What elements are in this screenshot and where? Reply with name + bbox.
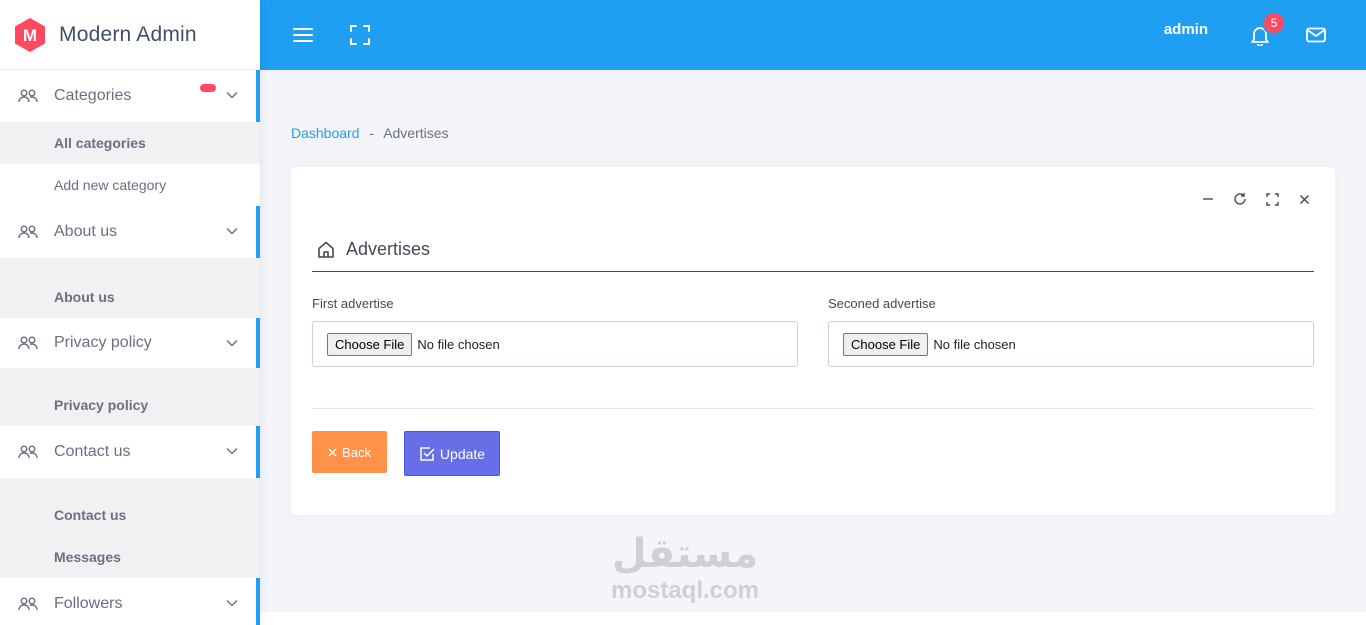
- brand[interactable]: M Modern Admin: [0, 0, 260, 70]
- check-square-icon: [420, 446, 435, 461]
- card-title: Advertises: [316, 239, 430, 260]
- close-icon: [328, 448, 337, 456]
- nav-group-contact: Contact us Contact us Messages: [0, 426, 260, 578]
- back-button[interactable]: Back: [312, 431, 387, 473]
- breadcrumb-current: Advertises: [383, 125, 449, 141]
- choose-file-button[interactable]: Choose File: [327, 332, 413, 356]
- choose-file-button[interactable]: Choose File: [843, 332, 929, 356]
- sidebar-subitem-about[interactable]: About us: [0, 276, 260, 318]
- sidebar-item-contact[interactable]: Contact us: [0, 426, 260, 478]
- sidebar-item-label: Categories: [54, 87, 132, 104]
- fullscreen-icon[interactable]: [349, 24, 371, 46]
- watermark-latin: mostaql.com: [610, 577, 760, 604]
- sidebar-item-categories[interactable]: Categories: [0, 70, 260, 122]
- card-title-text: Advertises: [346, 239, 431, 259]
- mail-icon[interactable]: [1305, 24, 1327, 46]
- footer: [260, 612, 1366, 625]
- topbar: admin: [260, 0, 1366, 70]
- brand-name: Modern Admin: [59, 22, 197, 46]
- nav-group-categories: Categories All categories Add new catego…: [0, 70, 260, 206]
- back-button-label: Back: [342, 444, 371, 460]
- menu-toggle-icon[interactable]: [292, 24, 314, 46]
- card-tools: [1199, 190, 1313, 208]
- nav-group-followers: Followers: [0, 578, 260, 625]
- sidebar-item-label: Privacy policy: [54, 334, 152, 351]
- home-icon: [318, 241, 334, 258]
- users-icon: [18, 225, 38, 239]
- users-icon: [18, 597, 38, 611]
- new-indicator-badge: [200, 84, 216, 92]
- second-advertise-label: Seconed advertise: [828, 296, 936, 311]
- first-advertise-label: First advertise: [312, 296, 394, 311]
- notification-badge: 5: [1262, 11, 1286, 35]
- chevron-down-icon: [226, 600, 238, 607]
- sidebar: M Modern Admin Categories All categories…: [0, 0, 260, 625]
- sidebar-subitem-privacy[interactable]: Privacy policy: [0, 384, 260, 426]
- submenu-categories: All categories Add new category: [0, 122, 260, 206]
- file-status: No file chosen: [933, 336, 1016, 352]
- sidebar-subitem-all-categories[interactable]: All categories: [0, 122, 260, 164]
- sidebar-subitem-contact[interactable]: Contact us: [0, 494, 260, 536]
- brand-logo-icon: M: [15, 17, 45, 52]
- submenu-about: About us: [0, 258, 260, 318]
- breadcrumb-separator: -: [369, 125, 375, 141]
- expand-icon[interactable]: [1263, 190, 1281, 208]
- chevron-down-icon: [226, 228, 238, 235]
- svg-text:M: M: [23, 26, 37, 45]
- minimize-icon[interactable]: [1199, 190, 1217, 208]
- users-icon: [18, 89, 38, 103]
- sidebar-item-label: About us: [54, 223, 118, 240]
- form-divider: [312, 408, 1314, 409]
- breadcrumb: Dashboard - Advertises: [291, 125, 449, 141]
- users-icon: [18, 336, 38, 350]
- submenu-contact: Contact us Messages: [0, 478, 260, 578]
- sidebar-item-followers[interactable]: Followers: [0, 578, 260, 625]
- chevron-down-icon: [226, 340, 238, 347]
- sidebar-item-label: Followers: [54, 595, 123, 612]
- sidebar-item-privacy[interactable]: Privacy policy: [0, 318, 260, 368]
- nav-group-privacy: Privacy policy Privacy policy: [0, 318, 260, 426]
- sidebar-item-about[interactable]: About us: [0, 206, 260, 258]
- advertises-card: Advertises First advertise Choose File N…: [291, 167, 1335, 515]
- close-icon[interactable]: [1295, 190, 1313, 208]
- sidebar-subitem-add-category[interactable]: Add new category: [0, 164, 260, 206]
- chevron-down-icon: [226, 448, 238, 455]
- sidebar-nav: Categories All categories Add new catego…: [0, 70, 260, 625]
- update-button-label: Update: [439, 445, 486, 462]
- file-status: No file chosen: [417, 336, 500, 352]
- reload-icon[interactable]: [1231, 190, 1249, 208]
- sidebar-item-label: Contact us: [54, 443, 131, 460]
- title-divider: [312, 271, 1314, 272]
- submenu-privacy: Privacy policy: [0, 368, 260, 426]
- watermark-arabic: مستقل: [611, 531, 759, 577]
- user-name[interactable]: admin: [1164, 21, 1208, 38]
- second-advertise-file-input[interactable]: Choose File No file chosen: [828, 321, 1314, 367]
- update-button[interactable]: Update: [404, 431, 500, 476]
- nav-group-about: About us About us: [0, 206, 260, 318]
- users-icon: [18, 445, 38, 459]
- watermark: مستقل mostaql.com: [600, 530, 770, 604]
- breadcrumb-dashboard-link[interactable]: Dashboard: [291, 125, 360, 141]
- first-advertise-file-input[interactable]: Choose File No file chosen: [312, 321, 798, 367]
- chevron-down-icon: [226, 92, 238, 99]
- sidebar-subitem-messages[interactable]: Messages: [0, 536, 260, 578]
